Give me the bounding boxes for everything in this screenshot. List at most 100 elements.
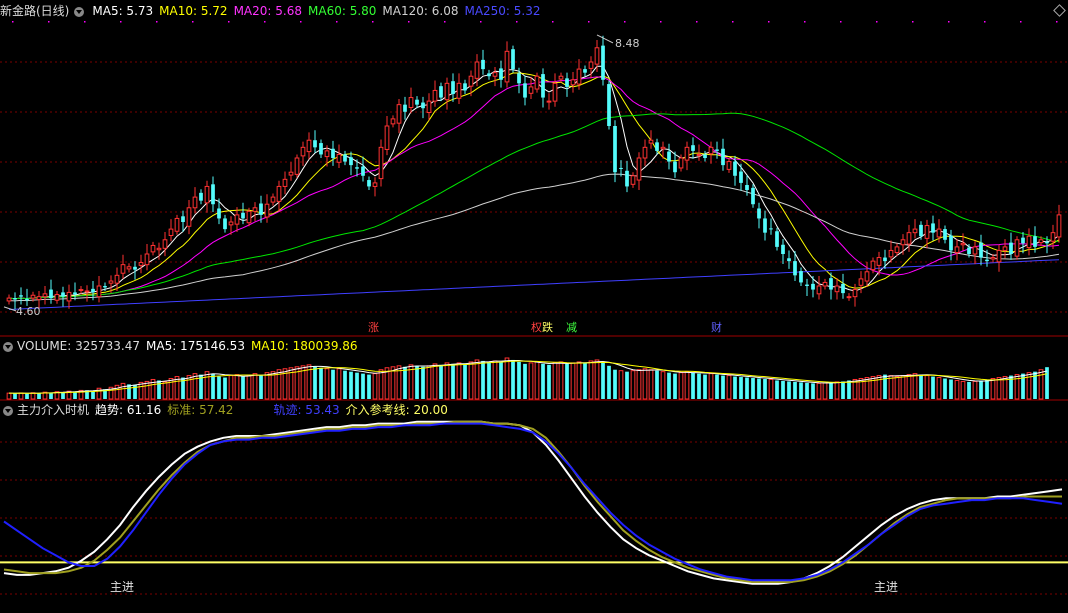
candle-body-up <box>642 146 648 159</box>
volume-bar-down <box>13 393 17 399</box>
volume-bar-up <box>990 378 996 400</box>
volume-bar-up <box>894 376 900 400</box>
volume-bar-up <box>834 381 840 400</box>
ma250-line <box>8 259 1060 310</box>
volume-bar-up <box>426 365 432 400</box>
candle-body-down <box>613 126 617 173</box>
volume-dropdown-icon[interactable] <box>3 341 13 352</box>
candle-body-down <box>979 242 983 258</box>
marker-dot <box>804 21 806 23</box>
volume-bar-up <box>912 373 918 400</box>
candle-body-down <box>181 216 185 222</box>
candle-body-up <box>270 196 276 203</box>
volume-bar-up <box>708 373 714 400</box>
dropdown-icon[interactable] <box>74 6 85 17</box>
marker-dot <box>444 21 446 23</box>
marker-dot <box>516 21 518 23</box>
stock-title[interactable]: 新金路(日线) <box>0 4 69 18</box>
candle-body-up <box>372 182 378 187</box>
candle-body-up <box>324 150 330 158</box>
ma5-label: MA5: 5.73 <box>92 4 154 18</box>
volume-bar-up <box>570 362 576 400</box>
volume-bar-down <box>967 381 971 399</box>
candle-body-up <box>996 249 1002 263</box>
candle-body-down <box>487 73 491 77</box>
candle-body-down <box>499 68 503 80</box>
volume-bar-up <box>204 371 210 400</box>
candle-body-up <box>912 228 918 234</box>
candle-body-up <box>726 161 732 170</box>
volume-bar-down <box>919 374 923 399</box>
candle-body-up <box>174 217 180 232</box>
volume-bar-up <box>576 361 582 400</box>
marker-dot <box>660 21 662 23</box>
candle-body-up <box>876 257 882 266</box>
volume-bar-down <box>403 366 407 399</box>
candle-body-up <box>630 175 636 185</box>
tag-jian[interactable]: 减 <box>564 321 579 334</box>
candle-body-up <box>822 281 828 287</box>
volume-bar-down <box>331 369 335 399</box>
candle-body-up <box>558 75 564 80</box>
candle-body-down <box>439 86 443 98</box>
volume-bar-up <box>162 381 168 400</box>
tag-cai[interactable]: 财 <box>709 321 724 334</box>
candle-body-down <box>1009 242 1013 254</box>
candle-body-down <box>517 73 521 84</box>
volume-bar-down <box>829 382 833 399</box>
volume-label: VOLUME: 325733.47 <box>17 339 140 353</box>
ma250-label: MA250: 5.32 <box>464 4 541 18</box>
candle-body-up <box>1026 235 1032 249</box>
candle-body-down <box>829 278 833 290</box>
candle-body-up <box>990 257 996 260</box>
volume-bar-down <box>715 374 719 399</box>
volume-bar-down <box>223 377 227 399</box>
candle-body-down <box>1033 236 1037 247</box>
trend-label: 趋势: 61.16 <box>95 403 162 417</box>
volume-bar-up <box>144 380 150 400</box>
volume-bar-down <box>763 378 767 399</box>
volume-bar-up <box>588 360 594 400</box>
std-label: 标准: 57.42 <box>167 403 234 417</box>
candle-body-up <box>528 86 534 94</box>
volume-bar-down <box>499 361 503 399</box>
candle-body-up <box>114 274 120 284</box>
candle-body-up <box>936 228 942 238</box>
volume-bar-down <box>487 361 491 399</box>
candle-body-up <box>636 157 642 181</box>
candle-body-up <box>708 146 714 155</box>
ma60-label: MA60: 5.80 <box>308 4 377 18</box>
candle-body-down <box>403 104 407 112</box>
candle-body-up <box>1050 232 1056 242</box>
volume-bar-down <box>517 361 521 399</box>
candle-body-down <box>745 185 749 190</box>
volume-bar-down <box>667 372 671 399</box>
track-line <box>3 422 1063 582</box>
volume-bar-up <box>468 361 474 400</box>
candle-body-down <box>775 231 779 247</box>
marker-dot <box>12 21 14 23</box>
candle-body-down <box>943 229 947 240</box>
candle-body-down <box>259 203 263 215</box>
candle-body-down <box>967 247 971 254</box>
candle-body-up <box>816 285 822 295</box>
candle-body-down <box>787 258 791 262</box>
candle-body-up <box>678 157 684 169</box>
candle-body-down <box>103 286 107 288</box>
tag-zhang[interactable]: 涨 <box>366 321 381 334</box>
price-header: 新金路(日线) MA5: 5.73 MA10: 5.72 MA20: 5.68 MA60… <box>0 3 547 19</box>
ma60-line <box>8 112 1060 300</box>
tag-quan-die[interactable]: 权跌 <box>529 321 555 334</box>
volume-bar-down <box>1045 367 1049 399</box>
volume-bar-up <box>192 373 198 400</box>
chart-canvas: 8.48 4.60 <box>0 21 1068 595</box>
volume-bar-down <box>847 380 851 399</box>
candle-body-up <box>276 185 282 202</box>
volume-bar-up <box>900 375 906 400</box>
indicator-dropdown-icon[interactable] <box>3 405 13 416</box>
candle-body-down <box>667 151 671 162</box>
candle-body-up <box>1014 239 1020 257</box>
candle-body-down <box>133 266 137 270</box>
candle-body-up <box>552 82 558 102</box>
marker-dot <box>696 21 698 23</box>
